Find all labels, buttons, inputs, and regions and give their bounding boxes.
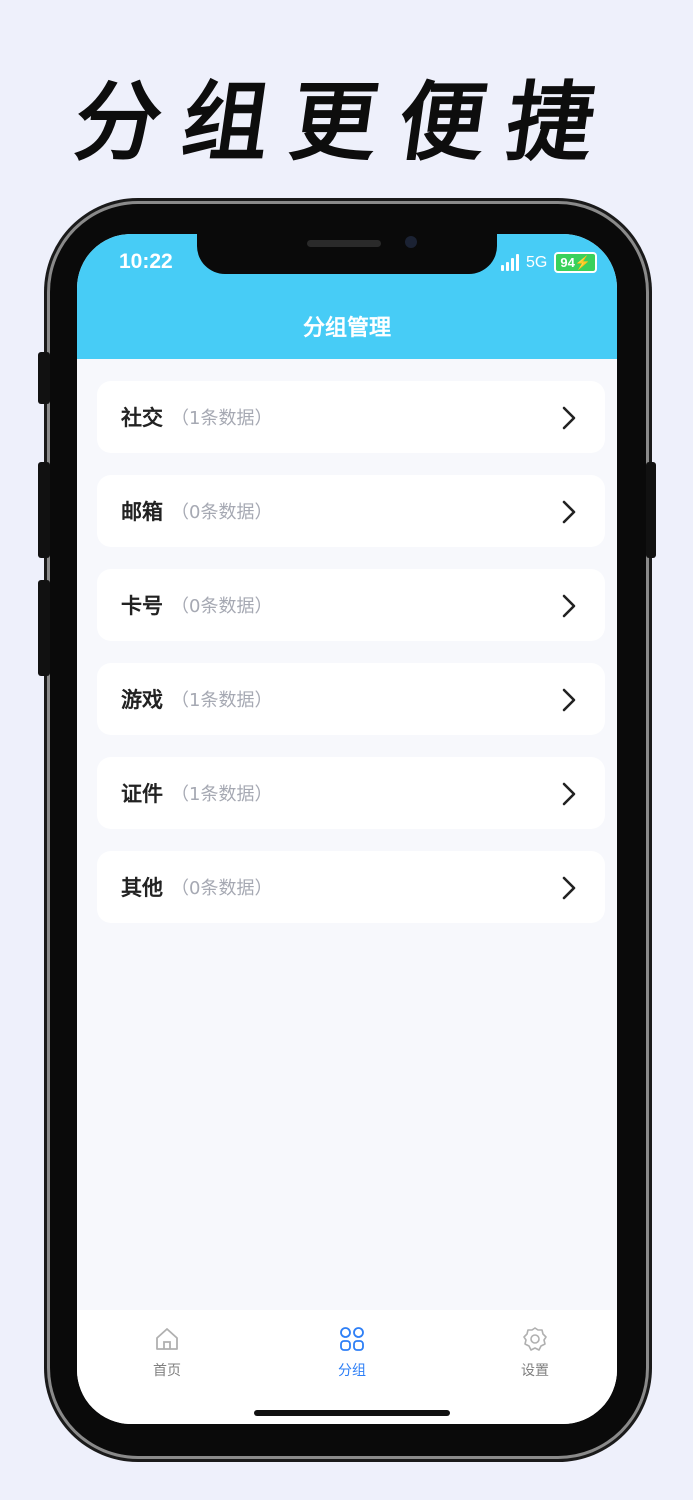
group-item-social[interactable]: 社交 （1条数据）	[97, 381, 605, 453]
page-title: 分组管理	[302, 316, 391, 341]
grid-icon	[340, 1327, 364, 1351]
phone-side-button	[646, 462, 656, 558]
tab-bar: 首页 分组 设置	[77, 1310, 617, 1424]
tab-label: 设置	[521, 1363, 549, 1379]
tab-groups[interactable]: 分组	[302, 1326, 402, 1380]
signal-icon	[501, 254, 519, 271]
home-icon	[156, 1328, 178, 1350]
group-count: （1条数据）	[171, 690, 273, 711]
group-count: （0条数据）	[171, 502, 273, 523]
group-count: （0条数据）	[171, 596, 273, 617]
tab-home[interactable]: 首页	[117, 1326, 217, 1380]
group-name: 游戏	[121, 688, 163, 712]
battery-level: 94	[560, 255, 575, 270]
tab-label: 分组	[338, 1363, 366, 1379]
tab-label: 首页	[153, 1363, 181, 1379]
group-item-card[interactable]: 卡号 （0条数据）	[97, 569, 605, 641]
group-name: 其他	[121, 876, 163, 900]
group-count: （0条数据）	[171, 878, 273, 899]
gear-icon	[523, 1327, 547, 1351]
group-count: （1条数据）	[171, 408, 273, 429]
camera-icon	[405, 236, 417, 248]
phone-side-button	[38, 580, 50, 676]
group-name: 证件	[121, 782, 163, 806]
chevron-right-icon	[562, 688, 576, 712]
speaker-grille	[307, 240, 381, 247]
chevron-right-icon	[562, 406, 576, 430]
promo-title: 分组更便捷	[68, 72, 623, 173]
chevron-right-icon	[562, 876, 576, 900]
phone-notch	[197, 234, 497, 274]
chevron-right-icon	[562, 500, 576, 524]
group-item-other[interactable]: 其他 （0条数据）	[97, 851, 605, 923]
group-name: 邮箱	[121, 500, 163, 524]
group-list: 社交 （1条数据） 邮箱 （0条数据） 卡号 （0条数据） 游戏 （1条数据） …	[97, 381, 605, 945]
group-item-game[interactable]: 游戏 （1条数据）	[97, 663, 605, 735]
network-type: 5G	[526, 253, 548, 271]
status-time: 10:22	[119, 250, 173, 273]
status-icons: 5G 94⚡	[501, 252, 597, 273]
home-indicator	[254, 1410, 450, 1416]
group-item-id[interactable]: 证件 （1条数据）	[97, 757, 605, 829]
group-name: 社交	[121, 406, 163, 430]
phone-side-button	[38, 352, 50, 404]
app-screen: 10:22 5G 94⚡ 分组管理 社交 （1条数据） 邮箱 （0条数据） 卡号…	[77, 234, 617, 1424]
tab-settings[interactable]: 设置	[485, 1326, 585, 1380]
group-item-email[interactable]: 邮箱 （0条数据）	[97, 475, 605, 547]
chevron-right-icon	[562, 782, 576, 806]
chevron-right-icon	[562, 594, 576, 618]
phone-side-button	[38, 462, 50, 558]
battery-icon: 94⚡	[554, 252, 597, 273]
group-name: 卡号	[121, 594, 163, 618]
group-count: （1条数据）	[171, 784, 273, 805]
